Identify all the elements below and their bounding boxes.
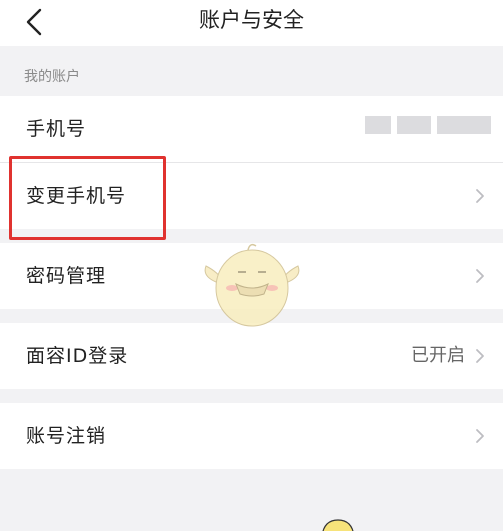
page-title: 账户与安全 [199,8,304,32]
row-label-change-phone-number: 变更手机号 [26,185,127,207]
chevron-right-icon [476,349,484,363]
row-label-password-management: 密码管理 [26,265,107,287]
navigation-bar: 账户与安全 [0,0,503,46]
masked-phone-number [365,116,491,134]
row-phone-number[interactable]: 手机号 [0,96,503,162]
mascot-watermark-icon [204,243,300,327]
row-label-account-cancellation: 账号注销 [26,425,107,447]
row-account-cancellation[interactable]: 账号注销 [0,403,503,469]
chevron-right-icon [476,429,484,443]
chevron-right-icon [476,189,484,203]
section-header-my-account: 我的账户 [24,69,80,85]
row-change-phone-number[interactable]: 变更手机号 [0,163,503,229]
row-label-phone-number: 手机号 [26,118,87,140]
face-id-status: 已开启 [411,345,465,366]
mascot-watermark-icon [322,519,354,531]
row-face-id-login[interactable]: 面容ID登录 已开启 [0,323,503,389]
row-label-face-id-login: 面容ID登录 [26,345,129,367]
chevron-right-icon [476,269,484,283]
